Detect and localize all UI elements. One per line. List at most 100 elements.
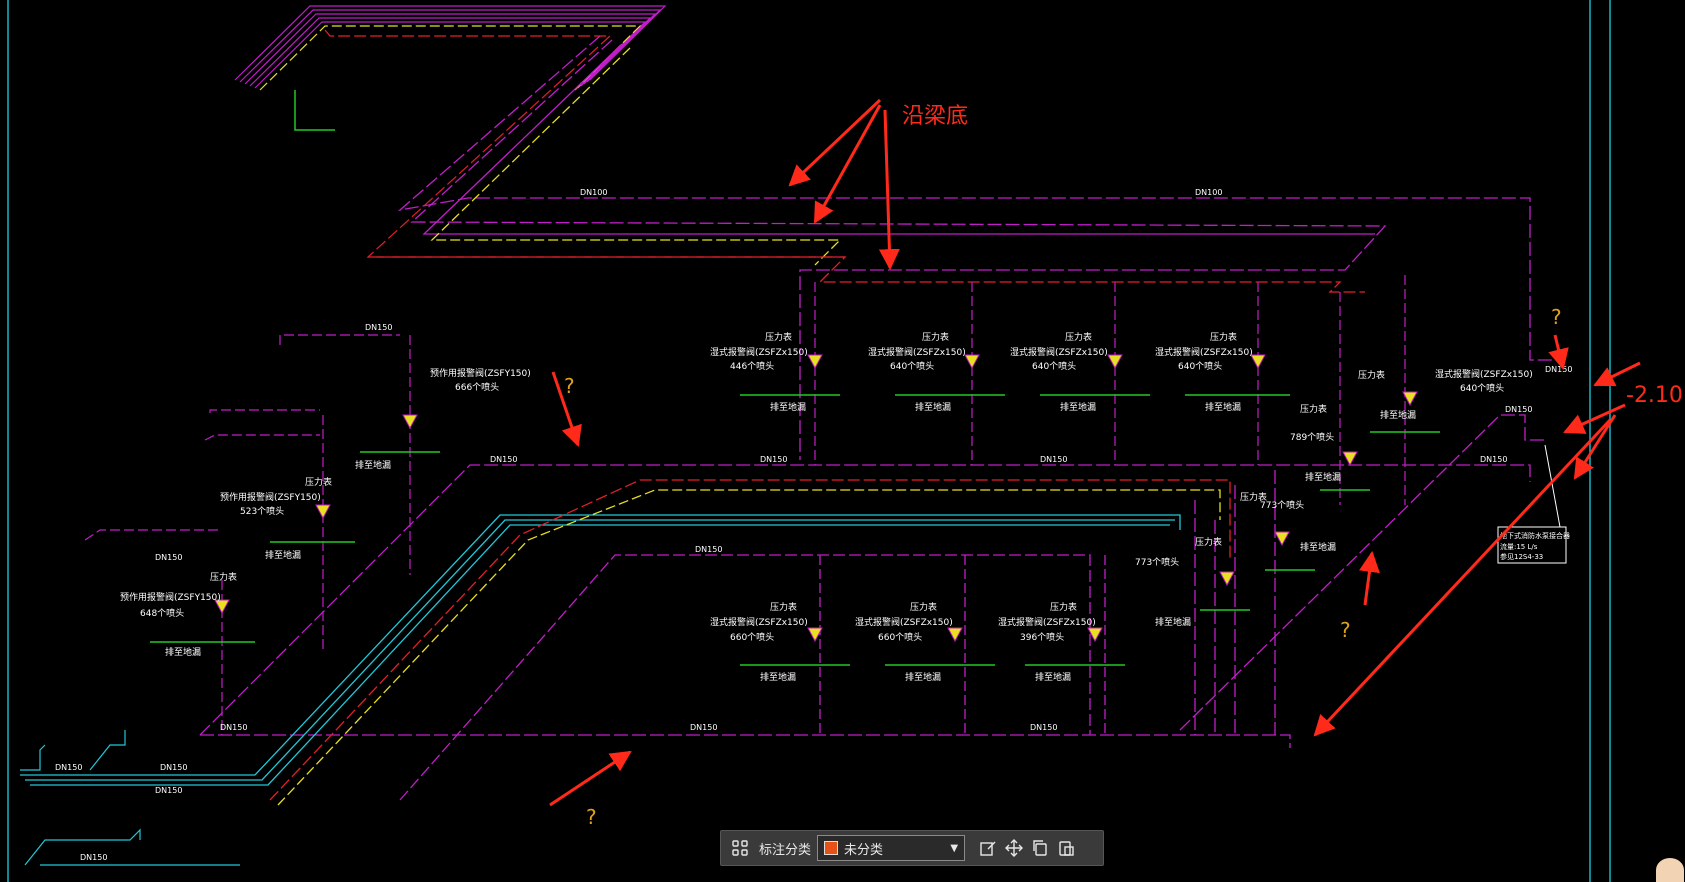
svg-text:湿式报警阀(ZSFZx150): 湿式报警阀(ZSFZx150) bbox=[1435, 368, 1533, 380]
svg-text:压力表: 压力表 bbox=[1210, 331, 1237, 343]
svg-text:压力表: 压力表 bbox=[770, 601, 797, 613]
valve-symbols bbox=[214, 354, 1418, 643]
avatar[interactable] bbox=[1656, 858, 1684, 882]
top-pipe-bundle bbox=[234, 5, 845, 258]
svg-text:排至地漏: 排至地漏 bbox=[1205, 401, 1241, 413]
annotation-question-3: ? bbox=[1340, 618, 1351, 642]
svg-text:DN150: DN150 bbox=[160, 763, 187, 772]
svg-text:排至地漏: 排至地漏 bbox=[915, 401, 951, 413]
green-branches bbox=[150, 90, 1440, 666]
upper-risers bbox=[814, 275, 1406, 505]
left-risers bbox=[84, 334, 411, 735]
svg-text:排至地漏: 排至地漏 bbox=[1305, 471, 1341, 483]
svg-text:预作用报警阀(ZSFY150): 预作用报警阀(ZSFY150) bbox=[430, 367, 531, 379]
svg-text:789个喷头: 789个喷头 bbox=[1290, 432, 1334, 443]
svg-text:预作用报警阀(ZSFY150): 预作用报警阀(ZSFY150) bbox=[120, 591, 221, 603]
svg-text:DN150: DN150 bbox=[690, 723, 717, 732]
svg-text:640个喷头: 640个喷头 bbox=[1178, 361, 1222, 372]
svg-text:660个喷头: 660个喷头 bbox=[878, 632, 922, 643]
svg-text:排至地漏: 排至地漏 bbox=[1380, 409, 1416, 421]
svg-text:DN150: DN150 bbox=[220, 723, 247, 732]
category-color-swatch bbox=[824, 841, 839, 855]
svg-text:523个喷头: 523个喷头 bbox=[240, 506, 284, 517]
svg-text:DN150: DN150 bbox=[155, 553, 182, 562]
chevron-down-icon: ▼ bbox=[950, 842, 959, 854]
svg-text:DN150: DN150 bbox=[1030, 723, 1057, 732]
svg-text:压力表: 压力表 bbox=[1358, 369, 1385, 381]
svg-text:排至地漏: 排至地漏 bbox=[1300, 541, 1336, 553]
svg-text:773个喷头: 773个喷头 bbox=[1260, 500, 1304, 511]
svg-text:DN150: DN150 bbox=[155, 786, 182, 795]
svg-text:湿式报警阀(ZSFZx150): 湿式报警阀(ZSFZx150) bbox=[1010, 346, 1108, 358]
move-icon[interactable] bbox=[1001, 835, 1027, 861]
annotation-question-4: ? bbox=[586, 805, 597, 829]
annotation-question-2: ? bbox=[1551, 305, 1562, 329]
svg-text:湿式报警阀(ZSFZx150): 湿式报警阀(ZSFZx150) bbox=[710, 616, 808, 628]
svg-text:湿式报警阀(ZSFZx150): 湿式报警阀(ZSFZx150) bbox=[868, 346, 966, 358]
copy-icon[interactable] bbox=[1027, 835, 1053, 861]
drawing-frame bbox=[7, 0, 1611, 882]
svg-text:地下式消防水泵接合器: 地下式消防水泵接合器 bbox=[1500, 531, 1570, 540]
svg-text:DN100: DN100 bbox=[580, 188, 607, 197]
svg-text:湿式报警阀(ZSFZx150): 湿式报警阀(ZSFZx150) bbox=[1155, 346, 1253, 358]
svg-text:DN150: DN150 bbox=[760, 455, 787, 464]
svg-text:压力表: 压力表 bbox=[765, 331, 792, 343]
category-select[interactable]: 未分类 ▼ bbox=[817, 835, 966, 861]
svg-text:396个喷头: 396个喷头 bbox=[1020, 632, 1064, 643]
pump-adapter-note: 地下式消防水泵接合器 流量:15 L/s 参见12S4-33 bbox=[1497, 444, 1570, 564]
category-select-value: 未分类 bbox=[844, 842, 884, 858]
svg-text:压力表: 压力表 bbox=[1195, 536, 1222, 548]
svg-text:湿式报警阀(ZSFZx150): 湿式报警阀(ZSFZx150) bbox=[998, 616, 1096, 628]
svg-text:660个喷头: 660个喷头 bbox=[730, 632, 774, 643]
svg-text:DN150: DN150 bbox=[365, 323, 392, 332]
svg-text:640个喷头: 640个喷头 bbox=[890, 361, 934, 372]
svg-text:640个喷头: 640个喷头 bbox=[1032, 361, 1076, 372]
annotation-toolbar: 标注分类 未分类 ▼ bbox=[720, 830, 1104, 866]
svg-text:773个喷头: 773个喷头 bbox=[1135, 557, 1179, 568]
svg-text:648个喷头: 648个喷头 bbox=[140, 608, 184, 619]
valve-labels: 压力表 湿式报警阀(ZSFZx150) 446个喷头 排至地漏 压力表 湿式报警… bbox=[120, 331, 1533, 683]
svg-text:排至地漏: 排至地漏 bbox=[760, 671, 796, 683]
svg-text:DN150: DN150 bbox=[1040, 455, 1067, 464]
annotation-elevation: -2.10 bbox=[1626, 383, 1683, 408]
paste-icon[interactable] bbox=[1053, 835, 1079, 861]
svg-text:排至地漏: 排至地漏 bbox=[1035, 671, 1071, 683]
annotation-question-1: ? bbox=[564, 374, 575, 398]
svg-text:压力表: 压力表 bbox=[305, 476, 332, 488]
mid-pipe bbox=[199, 414, 1545, 748]
svg-text:预作用报警阀(ZSFY150): 预作用报警阀(ZSFY150) bbox=[220, 491, 321, 503]
cad-drawing-canvas[interactable]: DN100 DN100 DN150 DN150 DN150 DN150 DN15… bbox=[0, 0, 1685, 882]
category-label: 标注分类 bbox=[759, 842, 812, 858]
svg-text:DN150: DN150 bbox=[490, 455, 517, 464]
svg-text:DN150: DN150 bbox=[1480, 455, 1507, 464]
svg-text:排至地漏: 排至地漏 bbox=[1155, 616, 1191, 628]
svg-text:DN150: DN150 bbox=[80, 853, 107, 862]
svg-text:压力表: 压力表 bbox=[210, 571, 237, 583]
svg-text:流量:15 L/s: 流量:15 L/s bbox=[1500, 542, 1538, 551]
svg-text:DN150: DN150 bbox=[1545, 365, 1572, 374]
svg-text:DN150: DN150 bbox=[55, 763, 82, 772]
svg-text:排至地漏: 排至地漏 bbox=[165, 646, 201, 658]
svg-text:压力表: 压力表 bbox=[910, 601, 937, 613]
svg-text:640个喷头: 640个喷头 bbox=[1460, 383, 1504, 394]
svg-text:446个喷头: 446个喷头 bbox=[730, 361, 774, 372]
svg-text:排至地漏: 排至地漏 bbox=[905, 671, 941, 683]
svg-text:666个喷头: 666个喷头 bbox=[455, 382, 499, 393]
svg-text:DN100: DN100 bbox=[1195, 188, 1222, 197]
zp-lines bbox=[20, 730, 240, 866]
svg-text:湿式报警阀(ZSFZx150): 湿式报警阀(ZSFZx150) bbox=[855, 616, 953, 628]
svg-text:压力表: 压力表 bbox=[1300, 403, 1327, 415]
svg-text:压力表: 压力表 bbox=[1065, 331, 1092, 343]
svg-text:DN150: DN150 bbox=[695, 545, 722, 554]
annotation-along-beam: 沿梁底 bbox=[902, 104, 969, 129]
svg-text:参见12S4-33: 参见12S4-33 bbox=[1500, 552, 1543, 561]
annotation-arrows bbox=[549, 98, 1641, 807]
svg-text:排至地漏: 排至地漏 bbox=[770, 401, 806, 413]
svg-text:排至地漏: 排至地漏 bbox=[265, 549, 301, 561]
svg-text:湿式报警阀(ZSFZx150): 湿式报警阀(ZSFZx150) bbox=[710, 346, 808, 358]
svg-text:DN150: DN150 bbox=[1505, 405, 1532, 414]
svg-text:压力表: 压力表 bbox=[922, 331, 949, 343]
edit-icon[interactable] bbox=[975, 835, 1001, 861]
main-z-bundle bbox=[372, 35, 1565, 460]
grid-icon[interactable] bbox=[727, 835, 753, 861]
